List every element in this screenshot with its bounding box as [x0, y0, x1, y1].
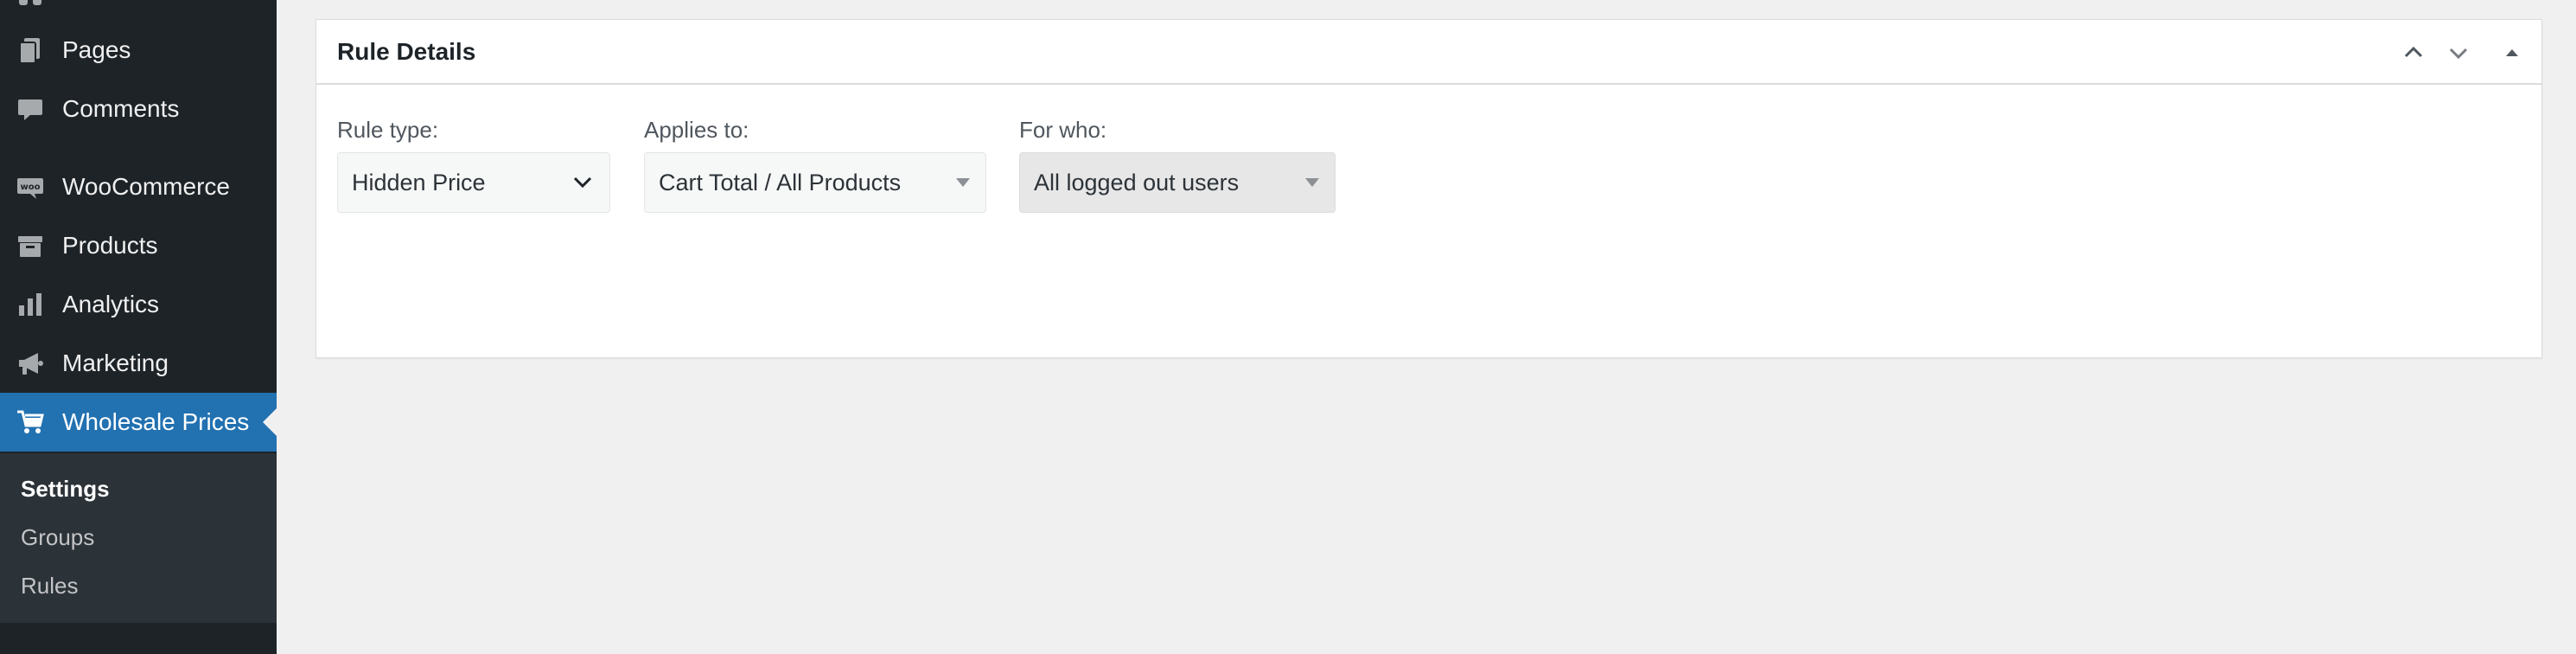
sidebar-item-label: Wholesale Prices [62, 408, 250, 435]
sidebar-item-pages[interactable]: Pages [0, 21, 277, 80]
for-who-select[interactable]: All logged out users [1019, 152, 1336, 213]
panel-title: Rule Details [337, 38, 476, 65]
applies-to-value: Cart Total / All Products [659, 169, 902, 196]
svg-text:woo: woo [21, 183, 41, 192]
chevron-down-icon [2449, 48, 2468, 60]
submenu-item-rules[interactable]: Rules [21, 573, 78, 600]
sidebar-item-marketing[interactable]: Marketing [0, 334, 277, 393]
for-who-value: All logged out users [1034, 169, 1240, 196]
rule-type-select[interactable]: Hidden Price [337, 152, 610, 213]
sidebar-item-label: Analytics [62, 291, 160, 317]
cart-icon [16, 407, 45, 437]
wholesale-prices-submenu: Settings Groups Rules [0, 453, 277, 623]
dropdown-arrow-icon [956, 178, 970, 187]
sidebar-item-label: Products [62, 232, 158, 259]
sidebar-item-label: Pages [62, 36, 131, 63]
move-down-button[interactable] [2441, 35, 2476, 70]
comments-icon [16, 94, 45, 124]
rule-type-value: Hidden Price [352, 169, 486, 196]
toggle-panel-button[interactable] [2495, 35, 2529, 70]
submenu-item-settings[interactable]: Settings [21, 476, 110, 503]
woocommerce-icon: woo [16, 172, 45, 202]
for-who-label: For who: [1019, 117, 1107, 143]
sidebar-item-analytics[interactable]: Analytics [0, 275, 277, 334]
rule-type-label: Rule type: [337, 117, 439, 143]
sidebar-item-woocommerce[interactable]: woo WooCommerce [0, 157, 277, 216]
sidebar-item-wholesale-prices[interactable]: Wholesale Prices [0, 393, 277, 452]
applies-to-label: Applies to: [644, 117, 749, 143]
sidebar-item-label: Comments [62, 95, 180, 122]
sidebar-item-label: Marketing [62, 349, 169, 376]
sidebar-item-comments[interactable]: Comments [0, 80, 277, 138]
triangle-up-icon [2506, 49, 2518, 56]
analytics-icon [16, 290, 45, 319]
sidebar-item-products[interactable]: Products [0, 216, 277, 275]
applies-to-select[interactable]: Cart Total / All Products [644, 152, 986, 213]
products-icon [16, 231, 45, 260]
pages-icon [16, 35, 45, 65]
chevron-down-icon [573, 176, 592, 189]
panel-header: Rule Details [316, 20, 2541, 85]
move-up-button[interactable] [2396, 35, 2431, 70]
sidebar-item-label: WooCommerce [62, 173, 230, 200]
dropdown-arrow-icon [1305, 178, 1319, 187]
rule-details-panel: Rule Details Rule type: Hidden Price App… [316, 19, 2542, 358]
partial-menu-icon [19, 0, 43, 5]
chevron-up-icon [2404, 46, 2423, 58]
marketing-icon [16, 349, 45, 378]
admin-sidebar: Pages Comments woo WooCommerce Products … [0, 0, 277, 654]
submenu-item-groups[interactable]: Groups [21, 524, 94, 551]
